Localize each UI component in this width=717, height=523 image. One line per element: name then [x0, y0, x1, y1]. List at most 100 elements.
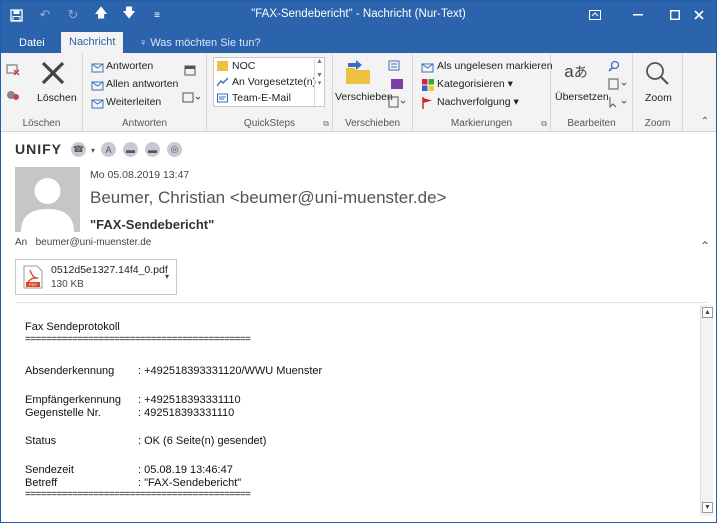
delete-x-icon[interactable]	[39, 59, 67, 87]
mark-unread-button[interactable]: Als ungelesen markieren	[437, 60, 553, 72]
message-body[interactable]: Fax Sendeprotokoll =====================…	[15, 305, 700, 519]
translate-button[interactable]: Übersetzen	[555, 91, 609, 103]
mark-unread-icon	[421, 61, 434, 73]
redo-icon[interactable]: ↻	[63, 5, 83, 25]
reply-all-button[interactable]: Allen antworten	[106, 78, 178, 90]
group-move: Verschieben Verschieben	[333, 53, 413, 132]
meeting-icon[interactable]	[183, 63, 197, 77]
ribbon: Löschen Löschen Antworten Allen antworte…	[1, 53, 716, 132]
scroll-down-icon[interactable]: ▼	[702, 502, 713, 513]
related-icon[interactable]	[607, 77, 629, 91]
attachment-size: 130 KB	[51, 279, 84, 290]
close-button[interactable]	[681, 1, 716, 29]
recipient-row: An beumer@uni-muenster.de	[15, 237, 151, 248]
collapse-header-icon[interactable]: ⌃	[700, 239, 710, 253]
quicksteps-scroll[interactable]: ▲ ▼ ▾	[314, 58, 324, 106]
group-label-tags: Markierungen	[450, 118, 513, 129]
group-label-zoom: Zoom	[644, 118, 671, 129]
minimize-button[interactable]	[618, 1, 658, 29]
outlook-message-window: ↶ ↻ 🡅 🡇 ≡ "FAX-Sendebericht" - Nachricht…	[0, 0, 717, 523]
group-label-respond: Antworten	[121, 118, 168, 129]
find-icon[interactable]	[607, 59, 621, 73]
unify-call-icon[interactable]: ☎	[71, 142, 86, 157]
field-value-status: : OK (6 Seite(n) gesendet)	[138, 435, 267, 447]
quickstep-team-email-label: Team-E-Mail	[232, 92, 291, 104]
delete-button[interactable]: Löschen	[37, 92, 77, 104]
unify-logo: UNIFY	[15, 141, 62, 157]
actions-icon[interactable]	[387, 95, 407, 109]
move-folder-icon[interactable]	[343, 58, 373, 88]
previous-item-icon[interactable]: 🡅	[91, 5, 111, 25]
zoom-magnifier-icon[interactable]	[643, 59, 671, 87]
quickstep-noc[interactable]: NOC	[214, 58, 324, 74]
group-delete: Löschen Löschen	[1, 53, 83, 132]
group-label-delete: Löschen	[22, 118, 61, 129]
unify-conference-icon[interactable]: ◎	[167, 142, 182, 157]
ignore-icon[interactable]	[5, 61, 21, 77]
unify-presence-icon[interactable]: A	[101, 142, 116, 157]
group-zoom: Zoom Zoom	[633, 53, 683, 132]
categorize-button[interactable]: Kategorisieren ▾	[437, 78, 513, 90]
onenote-icon[interactable]	[389, 77, 405, 91]
pdf-file-icon: PDF	[23, 265, 43, 289]
collapse-ribbon-icon[interactable]: ⌃	[698, 115, 712, 127]
field-label-gegenstelle: Gegenstelle Nr.	[25, 407, 101, 419]
reply-button[interactable]: Antworten	[106, 60, 153, 72]
undo-icon[interactable]: ↶	[35, 5, 55, 25]
customize-toolbar-icon[interactable]: ≡	[147, 5, 167, 25]
unify-chat-icon[interactable]: ▬	[123, 142, 138, 157]
group-label-move: Verschieben	[344, 118, 401, 129]
field-value-gegenstelle: : 492518393331110	[138, 407, 235, 419]
quickstep-noc-label: NOC	[232, 60, 256, 72]
follow-up-button[interactable]: Nachverfolgung ▾	[437, 96, 519, 108]
tags-launcher-icon[interactable]: ⧉	[541, 119, 547, 129]
save-icon[interactable]	[6, 5, 26, 25]
attachment-name: 0512d5e1327.14f4_0.pdf	[51, 264, 168, 276]
next-item-icon[interactable]: 🡇	[119, 5, 139, 25]
attachment-dropdown-icon[interactable]: ▾	[165, 272, 169, 281]
tab-message[interactable]: Nachricht	[61, 32, 124, 53]
group-respond: Antworten Allen antworten Weiterleiten A…	[83, 53, 207, 132]
reply-icon	[91, 61, 104, 73]
body-heading: Fax Sendeprotokoll	[25, 321, 120, 333]
tab-file[interactable]: Datei	[11, 33, 53, 53]
select-icon[interactable]	[607, 95, 629, 109]
to-label: An	[15, 237, 28, 248]
body-scrollbar[interactable]: ▲ ▼	[700, 305, 713, 516]
reply-all-icon	[91, 79, 104, 91]
move-button[interactable]: Verschieben	[335, 91, 393, 103]
attachment-card[interactable]: PDF 0512d5e1327.14f4_0.pdf 130 KB ▾	[15, 259, 177, 295]
field-value-empfaenger: : +492518393331110	[138, 394, 241, 406]
group-label-quicksteps: QuickSteps	[243, 118, 296, 129]
field-label-empfaenger: Empfängerkennung	[25, 394, 122, 406]
group-editing: aあ Übersetzen Bearbeiten	[551, 53, 633, 132]
body-separator-bottom: ========================================…	[25, 489, 251, 500]
group-quicksteps: NOC An Vorgesetzte(n) Team-E-Mail ▲ ▼ ▾ Qu…	[207, 53, 333, 132]
field-label-betreff: Betreff	[25, 477, 58, 489]
quickstep-team-email[interactable]: Team-E-Mail	[214, 90, 324, 106]
group-tags: Als ungelesen markieren Kategorisieren ▾…	[413, 53, 553, 132]
unify-message-icon[interactable]: ▬	[145, 142, 160, 157]
unify-call-dropdown-icon[interactable]: ▾	[89, 145, 97, 155]
more-respond-icon[interactable]	[181, 91, 201, 105]
title-bar: ↶ ↻ 🡅 🡇 ≡ "FAX-Sendebericht" - Nachricht…	[1, 1, 716, 29]
quicksteps-launcher-icon[interactable]: ⧉	[323, 119, 329, 129]
quickstep-manager[interactable]: An Vorgesetzte(n)	[214, 74, 324, 90]
sender-name[interactable]: Beumer, Christian <beumer@uni-muenster.d…	[90, 188, 447, 208]
forward-button[interactable]: Weiterleiten	[106, 96, 161, 108]
subject-line: "FAX-Sendebericht"	[90, 217, 215, 232]
group-label-editing: Bearbeiten	[567, 118, 616, 129]
body-separator-top: ========================================…	[25, 334, 251, 345]
field-label-status: Status	[25, 435, 57, 447]
tell-me-search[interactable]: ♀ Was möchten Sie tun?	[131, 33, 269, 53]
ribbon-display-options-icon[interactable]	[575, 1, 615, 29]
recipient-address[interactable]: beumer@uni-muenster.de	[36, 237, 152, 248]
cleanup-icon[interactable]	[5, 87, 23, 103]
translate-icon: aあ	[564, 62, 588, 81]
zoom-button[interactable]: Zoom	[645, 92, 672, 104]
categorize-icon	[421, 79, 434, 91]
scroll-up-icon[interactable]: ▲	[702, 307, 713, 318]
follow-up-flag-icon	[421, 97, 434, 109]
field-value-betreff: : "FAX-Sendebericht"	[138, 477, 242, 489]
rules-icon[interactable]	[387, 59, 407, 73]
